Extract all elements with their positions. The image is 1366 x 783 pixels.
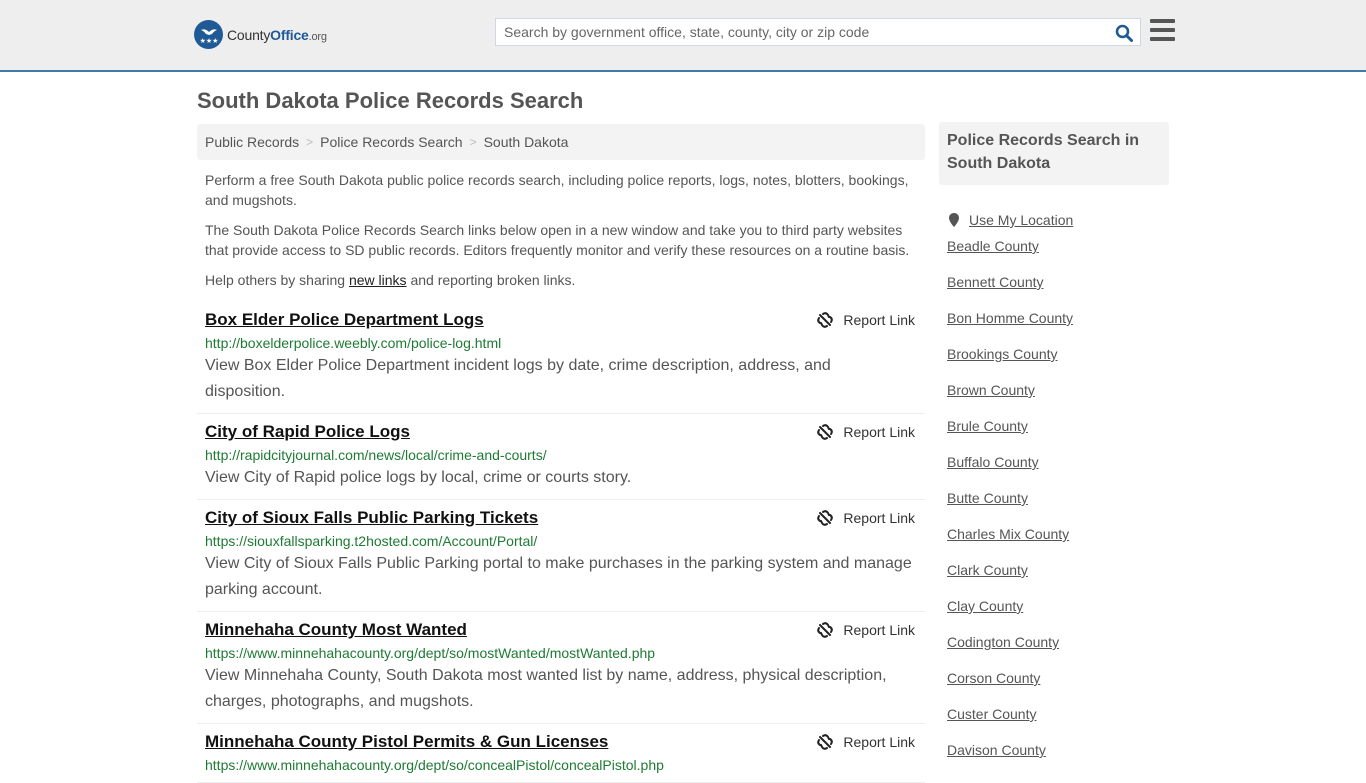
intro-paragraph-2: The South Dakota Police Records Search l… [205,222,910,258]
county-link[interactable]: Brookings County [947,346,1058,362]
result-description: View Box Elder Police Department inciden… [205,357,831,400]
county-link[interactable]: Brule County [947,418,1028,434]
county-link[interactable]: Bennett County [947,274,1044,290]
report-link-button[interactable]: Report Link [817,622,915,638]
eagle-seal-icon: ★★★ [194,20,223,49]
county-list-item: Beadle County [947,238,1169,274]
county-list-item: Davison County [947,742,1169,778]
search-icon [1115,24,1133,42]
county-link[interactable]: Buffalo County [947,454,1039,470]
sidebar: Police Records Search in South Dakota Us… [939,122,1169,778]
county-list-item: Brookings County [947,346,1169,382]
county-list-item: Buffalo County [947,454,1169,490]
sidebar-heading: Police Records Search in South Dakota [939,122,1169,185]
county-list-item: Clark County [947,562,1169,598]
county-list-item: Bennett County [947,274,1169,310]
search-button[interactable] [1112,21,1136,45]
county-list-item: Clay County [947,598,1169,634]
site-header: ★★★ CountyOffice.org [0,0,1366,72]
result-item: Minnehaha County Pistol Permits & Gun Li… [197,724,925,783]
county-link[interactable]: Custer County [947,706,1036,722]
result-item: City of Rapid Police Logs http://rapidci… [197,414,925,500]
broken-link-icon [817,424,834,440]
county-list-item: Butte County [947,490,1169,526]
intro-paragraph-1: Perform a free South Dakota public polic… [205,172,909,208]
result-item: Minnehaha County Most Wanted https://www… [197,612,925,724]
broken-link-icon [817,510,834,526]
site-logo[interactable]: ★★★ CountyOffice.org [194,20,327,49]
result-title-link[interactable]: Minnehaha County Pistol Permits & Gun Li… [205,732,608,752]
county-list-item: Corson County [947,670,1169,706]
broken-link-icon [817,734,834,750]
result-url[interactable]: https://siouxfallsparking.t2hosted.com/A… [205,532,917,550]
county-link[interactable]: Charles Mix County [947,526,1069,542]
county-list-item: Charles Mix County [947,526,1169,562]
breadcrumb-separator: > [306,135,314,149]
county-link[interactable]: Brown County [947,382,1035,398]
map-pin-icon [949,213,959,227]
breadcrumb: Public Records > Police Records Search >… [197,124,925,160]
county-link[interactable]: Clark County [947,562,1028,578]
report-link-button[interactable]: Report Link [817,734,915,750]
use-location-item: Use My Location [947,202,1169,238]
county-link[interactable]: Clay County [947,598,1023,614]
result-title-link[interactable]: Box Elder Police Department Logs [205,310,484,330]
county-link[interactable]: Corson County [947,670,1040,686]
county-link[interactable]: Codington County [947,634,1059,650]
county-link[interactable]: Beadle County [947,238,1039,254]
county-link[interactable]: Bon Homme County [947,310,1073,326]
breadcrumb-police-records-search[interactable]: Police Records Search [320,134,462,150]
result-title-link[interactable]: Minnehaha County Most Wanted [205,620,467,640]
report-link-button[interactable]: Report Link [817,312,915,328]
county-list-item: Bon Homme County [947,310,1169,346]
county-list-item: Brown County [947,382,1169,418]
search-box [495,18,1141,46]
results-list: Box Elder Police Department Logs http://… [197,302,925,783]
result-url[interactable]: http://boxelderpolice.weebly.com/police-… [205,334,917,352]
county-list-item: Custer County [947,706,1169,742]
breadcrumb-public-records[interactable]: Public Records [205,134,299,150]
county-list: Use My Location Beadle County Bennett Co… [939,202,1169,778]
report-link-button[interactable]: Report Link [817,424,915,440]
logo-text: CountyOffice.org [227,26,327,43]
intro-text: Perform a free South Dakota public polic… [205,170,921,300]
hamburger-menu-icon[interactable] [1150,19,1175,41]
result-url[interactable]: https://www.minnehahacounty.org/dept/so/… [205,756,917,774]
result-description: View Minnehaha County, South Dakota most… [205,667,887,710]
county-link[interactable]: Davison County [947,742,1046,758]
result-url[interactable]: https://www.minnehahacounty.org/dept/so/… [205,644,917,662]
broken-link-icon [817,312,834,328]
broken-link-icon [817,622,834,638]
county-list-item: Codington County [947,634,1169,670]
result-item: Box Elder Police Department Logs http://… [197,302,925,414]
intro-paragraph-3: Help others by sharing new links and rep… [205,272,576,288]
result-url[interactable]: http://rapidcityjournal.com/news/local/c… [205,446,917,464]
result-title-link[interactable]: City of Sioux Falls Public Parking Ticke… [205,508,538,528]
breadcrumb-separator: > [469,135,477,149]
county-list-item: Brule County [947,418,1169,454]
breadcrumb-current: South Dakota [483,134,569,150]
county-link[interactable]: Butte County [947,490,1028,506]
report-link-button[interactable]: Report Link [817,510,915,526]
result-description: View City of Rapid police logs by local,… [205,469,632,486]
new-links-link[interactable]: new links [349,272,407,288]
result-item: City of Sioux Falls Public Parking Ticke… [197,500,925,612]
result-title-link[interactable]: City of Rapid Police Logs [205,422,410,442]
result-description: View City of Sioux Falls Public Parking … [205,555,912,598]
use-my-location-link[interactable]: Use My Location [969,212,1073,228]
svg-text:★★★: ★★★ [199,37,218,45]
page-title: South Dakota Police Records Search [197,88,584,113]
search-input[interactable] [496,19,1096,45]
